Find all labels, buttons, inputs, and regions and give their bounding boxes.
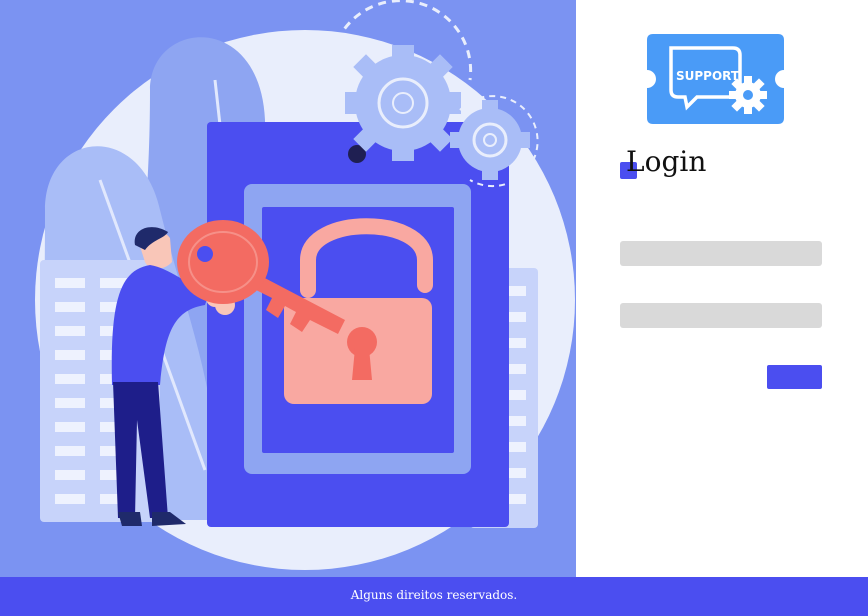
footer-text: Alguns direitos reservados. (350, 588, 518, 602)
logo-text: SUPPORT (676, 69, 740, 83)
footer: Alguns direitos reservados. (0, 577, 868, 616)
support-ticket-icon: SUPPORT (647, 34, 784, 124)
support-logo: SUPPORT (647, 34, 784, 124)
username-input[interactable] (620, 241, 822, 266)
login-title: Login (626, 145, 707, 178)
login-panel: SUPPORT Login (576, 0, 868, 577)
gear-icon (729, 76, 767, 114)
hero-illustration-panel (0, 0, 576, 577)
password-input[interactable] (620, 303, 822, 328)
login-button[interactable] (767, 365, 822, 389)
security-illustration (35, 0, 575, 570)
